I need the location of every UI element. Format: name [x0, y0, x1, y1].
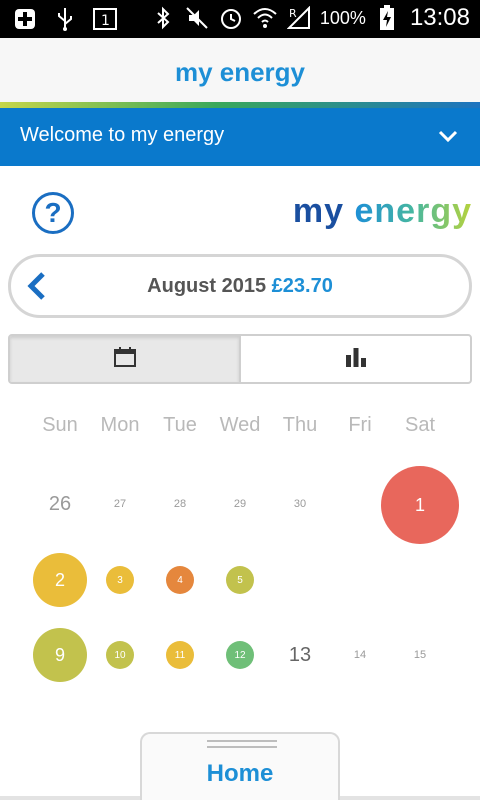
welcome-text: Welcome to my energy — [20, 124, 225, 146]
wifi-icon — [252, 5, 278, 31]
calendar-day[interactable]: 27 — [95, 494, 145, 514]
weekday-label: Fri — [348, 414, 372, 436]
calendar-day-bubble[interactable]: 10 — [106, 641, 134, 669]
chart-view-button[interactable] — [241, 336, 470, 382]
calendar-day-bubble[interactable]: 4 — [166, 566, 194, 594]
weekday-header: Sun Mon Tue Wed Thu Fri Sat — [0, 414, 480, 444]
bluetooth-icon — [150, 5, 176, 31]
calendar-day-bubble[interactable]: 11 — [166, 641, 194, 669]
calendar-view-button[interactable] — [10, 336, 241, 382]
calendar-day[interactable]: 13 — [275, 641, 325, 669]
home-tab[interactable]: Home — [140, 732, 340, 800]
calendar-day-bubble[interactable]: 9 — [33, 628, 87, 682]
calendar-day-bubble[interactable]: 2 — [33, 553, 87, 607]
weekday-label: Wed — [219, 414, 261, 436]
bar-chart-icon — [345, 347, 367, 372]
weekday-label: Tue — [163, 414, 197, 436]
weekday-label: Sat — [404, 414, 436, 436]
battery-charging-icon — [374, 5, 400, 31]
mute-icon — [184, 5, 210, 31]
signal-icon: R — [286, 5, 312, 31]
calendar-day-bubble[interactable]: 1 — [381, 466, 459, 544]
drag-handle-icon[interactable] — [207, 740, 277, 748]
calendar-day[interactable]: 26 — [35, 490, 85, 518]
sim-icon: 1 — [92, 6, 118, 32]
status-bar: 1 R 100% 13:08 — [0, 0, 480, 38]
weekday-label: Sun — [42, 414, 78, 436]
welcome-dropdown[interactable]: Welcome to my energy — [0, 108, 480, 166]
calendar-day[interactable]: 14 — [335, 645, 385, 665]
month-selector: August 2015 £23.70 — [8, 254, 472, 318]
calendar-day[interactable]: 15 — [395, 645, 445, 665]
app-header: my energy — [0, 38, 480, 102]
app-title: my energy — [174, 57, 306, 87]
calendar-day-bubble[interactable]: 12 — [226, 641, 254, 669]
weekday-label: Thu — [282, 414, 318, 436]
add-icon — [12, 6, 38, 32]
svg-text:R: R — [289, 7, 297, 20]
calendar-icon — [113, 346, 136, 372]
month-label: August 2015 £23.70 — [11, 275, 469, 298]
my-energy-logo: my energy — [292, 192, 472, 230]
calendar-day-bubble[interactable]: 5 — [226, 566, 254, 594]
alarm-icon — [218, 5, 244, 31]
battery-percent: 100% — [319, 7, 366, 28]
view-toggle — [8, 334, 472, 384]
chevron-down-icon — [436, 124, 460, 148]
help-button[interactable]: ? — [32, 192, 74, 234]
usb-icon — [52, 6, 78, 32]
svg-text:1: 1 — [101, 13, 110, 29]
calendar-day[interactable]: 30 — [275, 494, 325, 514]
home-label: Home — [206, 760, 274, 787]
clock: 13:08 — [409, 4, 470, 31]
calendar-day[interactable]: 28 — [155, 494, 205, 514]
calendar-day-bubble[interactable]: 3 — [106, 566, 134, 594]
weekday-label: Mon — [100, 414, 140, 436]
calendar-day[interactable]: 29 — [215, 494, 265, 514]
month-name: August 2015 — [147, 275, 267, 297]
month-amount: £23.70 — [271, 275, 333, 297]
